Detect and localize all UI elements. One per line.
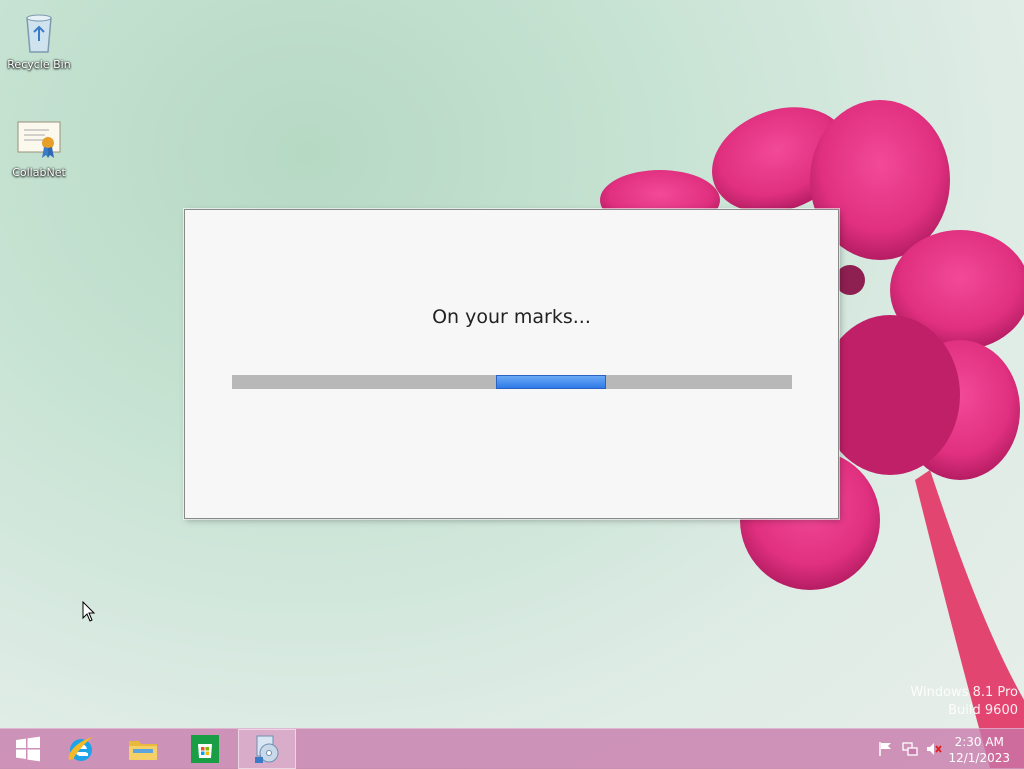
watermark-build: Build 9600 — [948, 703, 1018, 718]
taskbar: 2:30 AM 12/1/2023 — [0, 728, 1024, 769]
start-button[interactable] — [0, 729, 56, 769]
status-message: On your marks... — [432, 306, 591, 328]
taskbar-store[interactable] — [177, 729, 233, 769]
clock-time: 2:30 AM — [954, 735, 1004, 749]
store-icon — [191, 735, 219, 763]
internet-explorer-icon — [68, 737, 93, 761]
folder-icon — [129, 741, 157, 760]
speaker-muted-icon[interactable] — [926, 741, 942, 757]
mouse-cursor-icon — [82, 601, 96, 622]
clock-date: 12/1/2023 — [948, 751, 1010, 765]
taskbar-setup[interactable] — [238, 729, 296, 769]
desktop-icon-collabnet[interactable]: CollabNet — [1, 116, 77, 180]
network-icon[interactable] — [902, 741, 918, 757]
taskbar-file-explorer[interactable] — [115, 729, 171, 769]
system-tray: 2:30 AM 12/1/2023 — [864, 729, 1024, 769]
windows-watermark: Windows 8.1 Pro Build 9600 — [910, 684, 1018, 720]
desktop-icon-label: Recycle Bin — [7, 58, 71, 71]
setup-disc-icon — [255, 735, 279, 763]
taskbar-internet-explorer[interactable] — [53, 729, 109, 769]
setup-dialog: On your marks... — [184, 209, 839, 519]
recycle-bin-icon — [15, 8, 63, 56]
progress-bar — [232, 375, 792, 389]
windows-logo-icon — [16, 736, 40, 762]
desktop-icon-label: CollabNet — [12, 166, 66, 179]
desktop-icon-recycle-bin[interactable]: Recycle Bin — [1, 8, 77, 72]
certificate-icon — [15, 116, 63, 164]
watermark-edition: Windows 8.1 Pro — [910, 685, 1018, 700]
flag-icon[interactable] — [878, 741, 894, 757]
progress-marquee-chunk — [496, 375, 606, 389]
clock[interactable]: 2:30 AM 12/1/2023 — [948, 734, 1010, 766]
